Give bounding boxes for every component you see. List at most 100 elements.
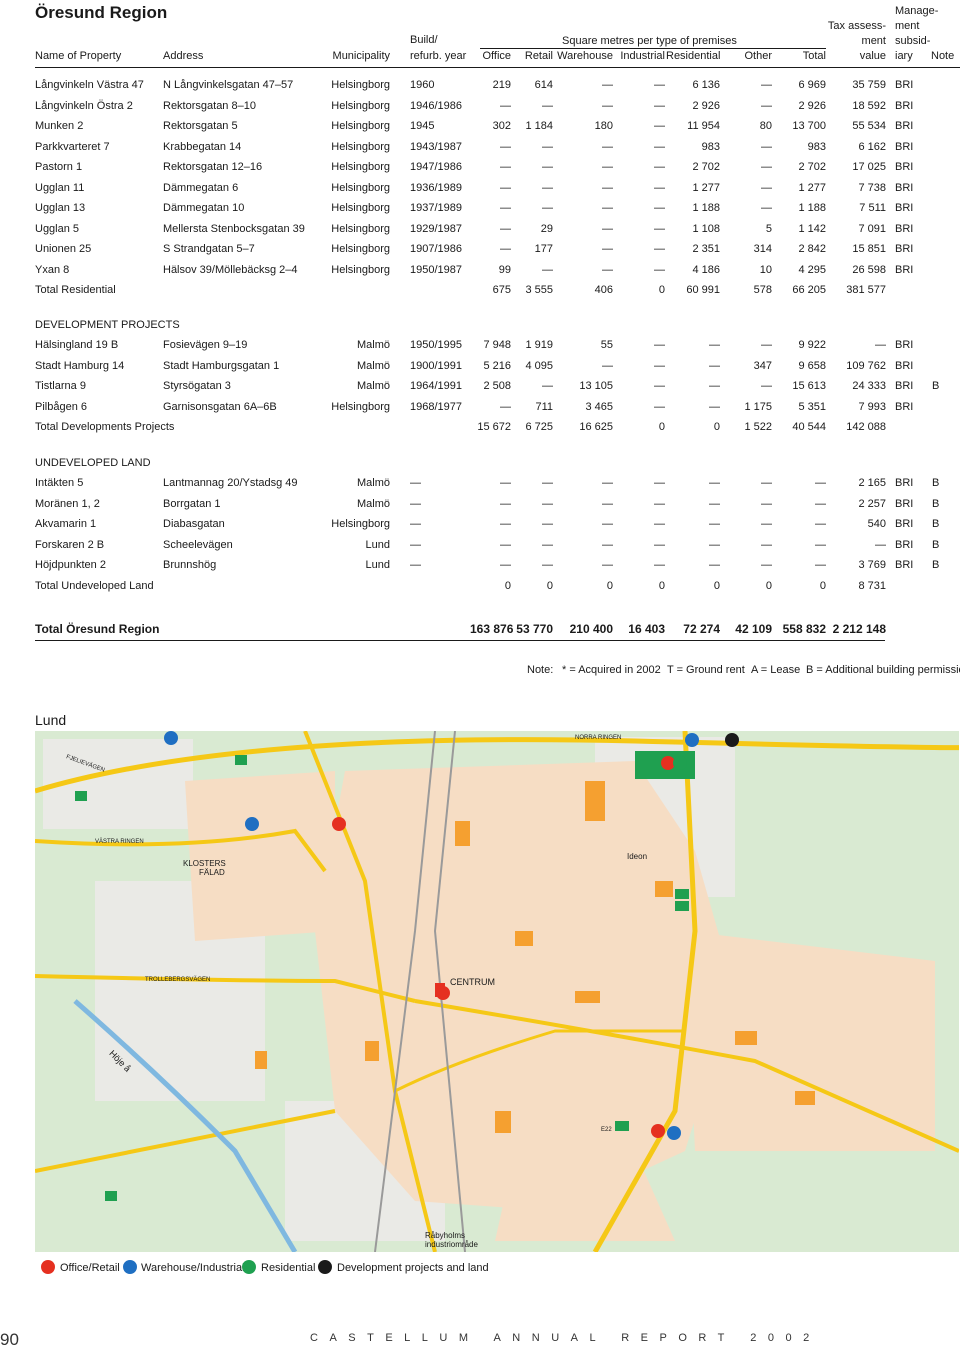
cell-total: 40 544	[792, 421, 826, 433]
cell-subsidiary: BRI	[895, 400, 914, 413]
cell-year: —	[410, 559, 421, 571]
cell-subsidiary: BRI	[895, 559, 914, 571]
cell-other: —	[761, 99, 772, 112]
cell-residential: —	[709, 518, 720, 530]
cell-retail: 53 770	[516, 622, 553, 636]
cell-office: —	[500, 99, 511, 112]
map-label-e22: E22	[601, 1127, 612, 1133]
cell-warehouse: 16 625	[579, 421, 613, 433]
cell-office: 99	[498, 263, 511, 276]
marker-development-1[interactable]	[725, 733, 739, 747]
cell-tax-value: 6 162	[858, 140, 886, 153]
cell-retail: 614	[534, 79, 553, 91]
cell-warehouse: 13 105	[579, 380, 613, 392]
map-label-trolleberg: TROLLEBERGSVÄGEN	[145, 977, 211, 983]
cell-office: —	[500, 538, 511, 551]
cell-subsidiary: BRI	[895, 518, 914, 530]
map-label-norra-ringen: NORRA RINGEN	[575, 735, 622, 741]
cell-total: 9 922	[798, 339, 826, 351]
cell-other: —	[761, 140, 772, 153]
marker-warehouse-3[interactable]	[685, 733, 699, 747]
cell-municipality: Malmö	[356, 380, 390, 392]
cell-municipality: Helsingborg	[331, 518, 390, 530]
residential-row: Långvinkeln Västra 47 N Långvinkelsgatan …	[0, 79, 960, 99]
cell-subsidiary: BRI	[895, 477, 914, 489]
cell-other: —	[761, 477, 772, 489]
cell-municipality: Lund	[365, 538, 390, 551]
residential-row: Unionen 25 S Strandgatan 5–7 Helsingborg 19…	[0, 243, 960, 263]
cell-office: —	[500, 222, 511, 235]
cell-residential: 11 954	[687, 120, 720, 132]
cell-address: Rektorsgatan 5	[163, 120, 238, 132]
map-canvas	[35, 731, 959, 1252]
cell-address: Brunnshög	[163, 559, 217, 571]
col-header-other: Other	[744, 50, 772, 62]
cell-industrial: —	[654, 222, 665, 235]
marker-office-4[interactable]	[651, 1124, 665, 1138]
cell-address: Dämmegatan 10	[163, 202, 245, 214]
cell-name: Hälsingland 19 B	[35, 339, 119, 351]
cell-residential: —	[709, 339, 720, 351]
col-header-tax-3: value	[859, 50, 886, 62]
col-header-total: Total	[802, 50, 826, 62]
marker-warehouse-1[interactable]	[164, 731, 178, 745]
cell-tax-value: 3 769	[858, 559, 886, 571]
cell-total: —	[815, 477, 826, 489]
residential-row: Munken 2 Rektorsgatan 5 Helsingborg 1945 302…	[0, 120, 960, 140]
cell-year: 1964/1991	[410, 380, 462, 392]
marker-office-1[interactable]	[332, 817, 346, 831]
cell-other: —	[761, 79, 772, 91]
cell-other: —	[761, 181, 772, 194]
cell-year: 1900/1991	[410, 359, 462, 372]
cell-office: —	[500, 161, 511, 173]
cell-name: Pastorn 1	[35, 161, 83, 173]
cell-office: —	[500, 140, 511, 153]
cell-residential: 60 991	[686, 284, 720, 296]
cell-name: Forskaren 2 B	[35, 538, 105, 551]
cell-subsidiary: BRI	[895, 380, 914, 392]
cell-industrial: —	[654, 140, 665, 153]
cell-office: 2 508	[483, 380, 511, 392]
cell-tax-value: 2 212 148	[832, 622, 886, 636]
cell-other: 10	[759, 263, 772, 276]
undev-row: Akvamarin 1 Diabasgatan Helsingborg — — — — — — —…	[0, 518, 960, 538]
cell-address: Mellersta Stenbocksgatan 39	[163, 222, 305, 235]
cell-year: 1950/1995	[410, 339, 462, 351]
cell-warehouse: —	[602, 559, 613, 571]
cell-address: Scheelevägen	[163, 538, 233, 551]
cell-retail: —	[542, 140, 553, 153]
marker-residential-1[interactable]	[673, 756, 687, 770]
cell-retail: 1 919	[525, 339, 553, 351]
marker-office-3[interactable]	[436, 986, 450, 1000]
cell-address: Krabbegatan 14	[163, 140, 242, 153]
cell-industrial: —	[654, 339, 665, 351]
cell-residential: —	[709, 400, 720, 413]
cell-retail: 711	[535, 400, 553, 413]
map-label-rabyholms-1: Råbyholms	[425, 1231, 466, 1240]
cell-year: 1946/1986	[410, 99, 462, 112]
marker-warehouse-4[interactable]	[667, 1126, 681, 1140]
note-ground-rent: T = Ground rent	[667, 664, 745, 676]
cell-warehouse: 3 465	[585, 400, 613, 413]
cell-name: Total Residential	[35, 284, 116, 296]
cell-industrial: —	[654, 400, 665, 413]
col-header-sqm-group: Square metres per type of premises	[562, 35, 737, 47]
cell-municipality: Malmö	[356, 477, 390, 489]
cell-subsidiary: BRI	[895, 339, 914, 351]
col-header-mgmt-4: iary	[895, 50, 913, 62]
legend-office-retail-dot	[41, 1260, 55, 1274]
cell-name: Total Öresund Region	[35, 622, 160, 636]
cell-retail: —	[542, 161, 553, 173]
cell-year: —	[410, 477, 421, 489]
cell-office: —	[500, 202, 511, 214]
cell-subsidiary: BRI	[895, 99, 914, 112]
cell-name: Yxan 8	[35, 263, 70, 276]
cell-municipality: Helsingborg	[331, 202, 390, 214]
marker-warehouse-2[interactable]	[245, 817, 259, 831]
cell-residential: —	[709, 477, 720, 489]
cell-retail: —	[542, 263, 553, 276]
cell-warehouse: 0	[606, 580, 613, 592]
cell-year: 1968/1977	[410, 400, 462, 413]
cell-other: —	[761, 538, 772, 551]
cell-industrial: 0	[658, 580, 665, 592]
